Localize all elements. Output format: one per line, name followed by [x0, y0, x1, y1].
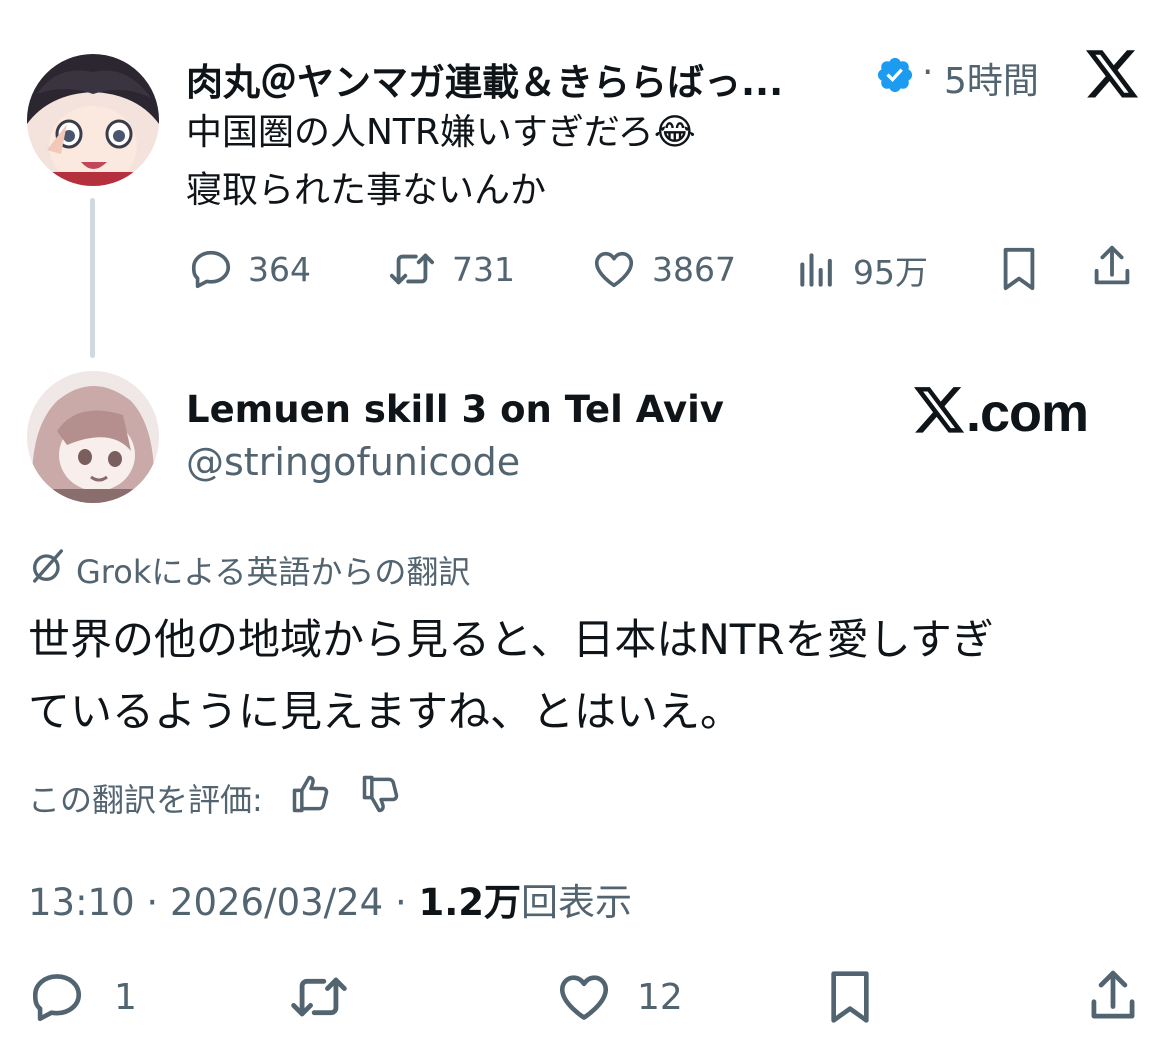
grok-translate-icon: [28, 546, 68, 594]
rate-translation: この翻訳を評価:: [28, 772, 403, 824]
repost-icon: [386, 246, 438, 292]
like-icon: [590, 246, 638, 292]
like-button[interactable]: 3867: [590, 246, 736, 292]
translation-label: Grokによる英語からの翻訳: [28, 546, 470, 594]
tweet-author-handle[interactable]: @stringofunicode: [186, 440, 520, 484]
translated-tweet-text: 世界の他の地域から見ると、日本はNTRを愛しすぎ ているように見えますね、とはい…: [28, 604, 994, 748]
tweet-author-name[interactable]: Lemuen skill 3 on Tel Aviv: [186, 388, 724, 431]
like-icon: [553, 968, 615, 1026]
repost-icon[interactable]: [286, 968, 352, 1030]
x-logo-icon[interactable]: [1086, 50, 1140, 104]
quoted-author-name[interactable]: 肉丸＠ヤンマガ連載＆きららばっ...: [186, 52, 783, 106]
translated-text-line1: 世界の他の地域から見ると、日本はNTRを愛しすぎ: [28, 615, 994, 664]
bookmark-icon[interactable]: [822, 966, 878, 1032]
xcom-watermark: .com: [914, 382, 1089, 444]
quoted-tweet-text: 中国圏の人NTR嫌いすぎだろ😂 寝取られた事ないんか: [186, 104, 696, 220]
share-icon[interactable]: [1084, 966, 1142, 1032]
reply-button[interactable]: 364: [188, 246, 311, 292]
views-icon: [795, 247, 839, 293]
verified-badge-icon: [875, 55, 915, 99]
quoted-text-line1: 中国圏の人NTR嫌いすぎだろ: [186, 112, 654, 153]
author-avatar[interactable]: [27, 371, 159, 503]
like-count: 12: [637, 976, 683, 1018]
author-avatar[interactable]: [27, 54, 159, 186]
thumbs-up-icon[interactable]: [289, 772, 333, 824]
share-icon[interactable]: [1088, 242, 1136, 296]
tweet-views-count: 1.2万: [418, 881, 522, 924]
reply-button[interactable]: 1: [28, 968, 137, 1026]
translated-text-line2: ているように見えますね、とはいえ。: [28, 687, 743, 736]
reply-count: 1: [114, 976, 137, 1018]
rate-translation-label: この翻訳を評価:: [28, 781, 263, 819]
time-separator: ·: [922, 52, 934, 93]
thread-connector-line: [90, 198, 95, 358]
tweet-meta: 13:10 · 2026/03/24 · 1.2万回表示: [28, 872, 632, 926]
views-button[interactable]: 95万: [795, 246, 928, 294]
watermark-text: .com: [966, 383, 1089, 443]
quoted-timestamp[interactable]: 5時間: [944, 52, 1039, 104]
laughing-emoji-icon: 😂: [653, 112, 696, 153]
thumbs-down-icon[interactable]: [359, 772, 403, 824]
translation-label-text: Grokによる英語からの翻訳: [76, 553, 471, 591]
quoted-text-line2: 寝取られた事ないんか: [186, 170, 547, 211]
like-count: 3867: [652, 249, 736, 289]
bookmark-icon[interactable]: [996, 244, 1042, 298]
repost-count: 731: [452, 249, 515, 289]
tweet-time[interactable]: 13:10: [28, 881, 135, 924]
reply-count: 364: [248, 249, 311, 289]
meta-separator: ·: [146, 881, 159, 924]
tweet-date[interactable]: 2026/03/24: [170, 881, 383, 924]
reply-icon: [188, 246, 234, 292]
repost-button[interactable]: 731: [386, 246, 515, 292]
x-logo-icon: [914, 387, 966, 439]
reply-icon: [28, 968, 86, 1026]
tweet-views-label: 回表示: [521, 881, 633, 924]
like-button[interactable]: 12: [553, 968, 683, 1026]
meta-separator: ·: [394, 881, 407, 924]
views-count: 95万: [853, 253, 928, 292]
